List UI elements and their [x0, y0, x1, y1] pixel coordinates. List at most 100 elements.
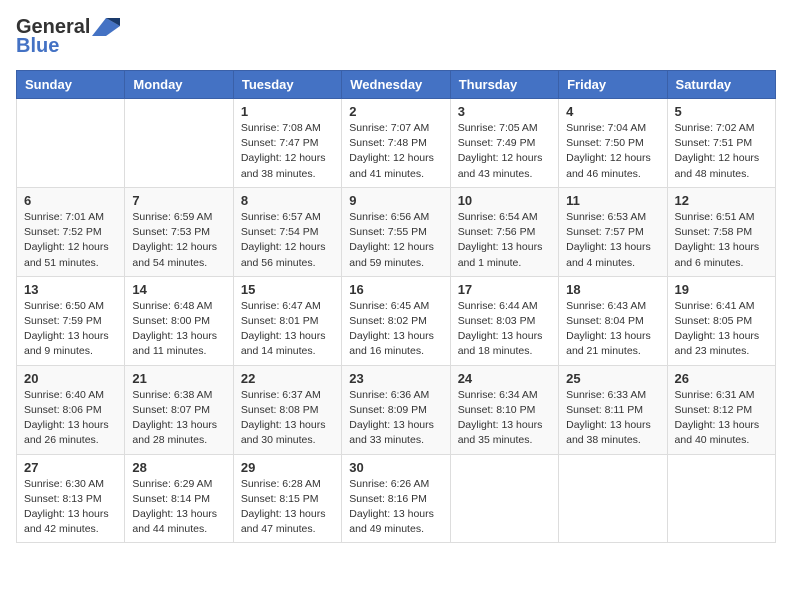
day-info: Sunrise: 6:30 AM Sunset: 8:13 PM Dayligh… [24, 477, 117, 538]
day-number: 21 [132, 371, 225, 386]
day-info: Sunrise: 6:51 AM Sunset: 7:58 PM Dayligh… [675, 210, 768, 271]
day-info: Sunrise: 6:41 AM Sunset: 8:05 PM Dayligh… [675, 299, 768, 360]
day-info: Sunrise: 7:01 AM Sunset: 7:52 PM Dayligh… [24, 210, 117, 271]
calendar-cell [17, 99, 125, 188]
day-info: Sunrise: 6:34 AM Sunset: 8:10 PM Dayligh… [458, 388, 551, 449]
day-info: Sunrise: 7:02 AM Sunset: 7:51 PM Dayligh… [675, 121, 768, 182]
day-info: Sunrise: 7:04 AM Sunset: 7:50 PM Dayligh… [566, 121, 659, 182]
day-number: 22 [241, 371, 334, 386]
logo: General Blue [16, 16, 120, 58]
weekday-header-saturday: Saturday [667, 71, 775, 99]
day-info: Sunrise: 6:48 AM Sunset: 8:00 PM Dayligh… [132, 299, 225, 360]
day-info: Sunrise: 6:44 AM Sunset: 8:03 PM Dayligh… [458, 299, 551, 360]
day-number: 1 [241, 104, 334, 119]
calendar-cell: 8Sunrise: 6:57 AM Sunset: 7:54 PM Daylig… [233, 187, 341, 276]
day-number: 15 [241, 282, 334, 297]
weekday-header-tuesday: Tuesday [233, 71, 341, 99]
day-number: 6 [24, 193, 117, 208]
weekday-header-thursday: Thursday [450, 71, 558, 99]
calendar-week-2: 6 Sunrise: 7:01 AM Sunset: 7:52 PM Daylig… [17, 187, 776, 276]
calendar-cell: 14 Sunrise: 6:48 AM Sunset: 8:00 PM Dayli… [125, 276, 233, 365]
day-number: 30 [349, 460, 442, 475]
day-number: 12 [675, 193, 768, 208]
calendar-cell: 5 Sunrise: 7:02 AM Sunset: 7:51 PM Daylig… [667, 99, 775, 188]
day-info: Sunrise: 6:28 AM Sunset: 8:15 PM Dayligh… [241, 477, 334, 538]
calendar-cell: 12 Sunrise: 6:51 AM Sunset: 7:58 PM Dayli… [667, 187, 775, 276]
calendar-table: SundayMondayTuesdayWednesdayThursdayFrid… [16, 70, 776, 543]
calendar-week-4: 20 Sunrise: 6:40 AM Sunset: 8:06 PM Dayli… [17, 365, 776, 454]
calendar-cell: 22 Sunrise: 6:37 AM Sunset: 8:08 PM Dayli… [233, 365, 341, 454]
day-number: 24 [458, 371, 551, 386]
calendar-week-1: 1 Sunrise: 7:08 AM Sunset: 7:47 PM Daylig… [17, 99, 776, 188]
day-info: Sunrise: 6:45 AM Sunset: 8:02 PM Dayligh… [349, 299, 442, 360]
day-info: Sunrise: 6:29 AM Sunset: 8:14 PM Dayligh… [132, 477, 225, 538]
day-info: Sunrise: 6:36 AM Sunset: 8:09 PM Dayligh… [349, 388, 442, 449]
day-info: Sunrise: 6:59 AM Sunset: 7:53 PM Dayligh… [132, 210, 225, 271]
day-number: 18 [566, 282, 659, 297]
day-number: 17 [458, 282, 551, 297]
day-number: 11 [566, 193, 659, 208]
calendar-week-5: 27 Sunrise: 6:30 AM Sunset: 8:13 PM Dayli… [17, 454, 776, 543]
calendar-cell: 9 Sunrise: 6:56 AM Sunset: 7:55 PM Daylig… [342, 187, 450, 276]
weekday-header-friday: Friday [559, 71, 667, 99]
calendar-cell: 7 Sunrise: 6:59 AM Sunset: 7:53 PM Daylig… [125, 187, 233, 276]
day-info: Sunrise: 6:54 AM Sunset: 7:56 PM Dayligh… [458, 210, 551, 271]
calendar-cell: 4 Sunrise: 7:04 AM Sunset: 7:50 PM Daylig… [559, 99, 667, 188]
day-info: Sunrise: 6:31 AM Sunset: 8:12 PM Dayligh… [675, 388, 768, 449]
calendar-cell: 20 Sunrise: 6:40 AM Sunset: 8:06 PM Dayli… [17, 365, 125, 454]
day-number: 23 [349, 371, 442, 386]
calendar-cell: 30 Sunrise: 6:26 AM Sunset: 8:16 PM Dayli… [342, 454, 450, 543]
calendar-cell: 17 Sunrise: 6:44 AM Sunset: 8:03 PM Dayli… [450, 276, 558, 365]
day-number: 3 [458, 104, 551, 119]
day-number: 19 [675, 282, 768, 297]
calendar-cell: 3 Sunrise: 7:05 AM Sunset: 7:49 PM Daylig… [450, 99, 558, 188]
calendar-cell: 1 Sunrise: 7:08 AM Sunset: 7:47 PM Daylig… [233, 99, 341, 188]
calendar-cell: 28Sunrise: 6:29 AM Sunset: 8:14 PM Dayli… [125, 454, 233, 543]
logo-icon [92, 18, 120, 38]
calendar-cell: 6 Sunrise: 7:01 AM Sunset: 7:52 PM Daylig… [17, 187, 125, 276]
calendar-cell: 27 Sunrise: 6:30 AM Sunset: 8:13 PM Dayli… [17, 454, 125, 543]
calendar-week-3: 13 Sunrise: 6:50 AM Sunset: 7:59 PM Dayli… [17, 276, 776, 365]
calendar-cell: 10 Sunrise: 6:54 AM Sunset: 7:56 PM Dayli… [450, 187, 558, 276]
day-info: Sunrise: 7:05 AM Sunset: 7:49 PM Dayligh… [458, 121, 551, 182]
day-number: 27 [24, 460, 117, 475]
day-info: Sunrise: 7:07 AM Sunset: 7:48 PM Dayligh… [349, 121, 442, 182]
logo-blue-text: Blue [16, 35, 59, 58]
day-number: 7 [132, 193, 225, 208]
day-number: 8 [241, 193, 334, 208]
weekday-header-row: SundayMondayTuesdayWednesdayThursdayFrid… [17, 71, 776, 99]
calendar-cell: 13 Sunrise: 6:50 AM Sunset: 7:59 PM Dayli… [17, 276, 125, 365]
day-info: Sunrise: 6:50 AM Sunset: 7:59 PM Dayligh… [24, 299, 117, 360]
day-number: 20 [24, 371, 117, 386]
day-number: 14 [132, 282, 225, 297]
calendar-cell [450, 454, 558, 543]
day-info: Sunrise: 6:40 AM Sunset: 8:06 PM Dayligh… [24, 388, 117, 449]
calendar-cell [667, 454, 775, 543]
day-number: 25 [566, 371, 659, 386]
day-info: Sunrise: 7:08 AM Sunset: 7:47 PM Dayligh… [241, 121, 334, 182]
calendar-cell: 15 Sunrise: 6:47 AM Sunset: 8:01 PM Dayli… [233, 276, 341, 365]
calendar-cell: 16 Sunrise: 6:45 AM Sunset: 8:02 PM Dayli… [342, 276, 450, 365]
day-number: 9 [349, 193, 442, 208]
day-number: 10 [458, 193, 551, 208]
day-info: Sunrise: 6:26 AM Sunset: 8:16 PM Dayligh… [349, 477, 442, 538]
calendar-cell: 21Sunrise: 6:38 AM Sunset: 8:07 PM Dayli… [125, 365, 233, 454]
day-number: 13 [24, 282, 117, 297]
page-header: General Blue [16, 16, 776, 58]
calendar-cell: 29Sunrise: 6:28 AM Sunset: 8:15 PM Dayli… [233, 454, 341, 543]
day-info: Sunrise: 6:33 AM Sunset: 8:11 PM Dayligh… [566, 388, 659, 449]
calendar-cell: 2Sunrise: 7:07 AM Sunset: 7:48 PM Daylig… [342, 99, 450, 188]
day-info: Sunrise: 6:47 AM Sunset: 8:01 PM Dayligh… [241, 299, 334, 360]
day-info: Sunrise: 6:37 AM Sunset: 8:08 PM Dayligh… [241, 388, 334, 449]
day-info: Sunrise: 6:56 AM Sunset: 7:55 PM Dayligh… [349, 210, 442, 271]
calendar-cell [125, 99, 233, 188]
day-number: 5 [675, 104, 768, 119]
calendar-cell: 25 Sunrise: 6:33 AM Sunset: 8:11 PM Dayli… [559, 365, 667, 454]
calendar-cell [559, 454, 667, 543]
day-info: Sunrise: 6:53 AM Sunset: 7:57 PM Dayligh… [566, 210, 659, 271]
day-info: Sunrise: 6:43 AM Sunset: 8:04 PM Dayligh… [566, 299, 659, 360]
calendar-cell: 19 Sunrise: 6:41 AM Sunset: 8:05 PM Dayli… [667, 276, 775, 365]
calendar-cell: 11 Sunrise: 6:53 AM Sunset: 7:57 PM Dayli… [559, 187, 667, 276]
day-number: 4 [566, 104, 659, 119]
day-number: 16 [349, 282, 442, 297]
